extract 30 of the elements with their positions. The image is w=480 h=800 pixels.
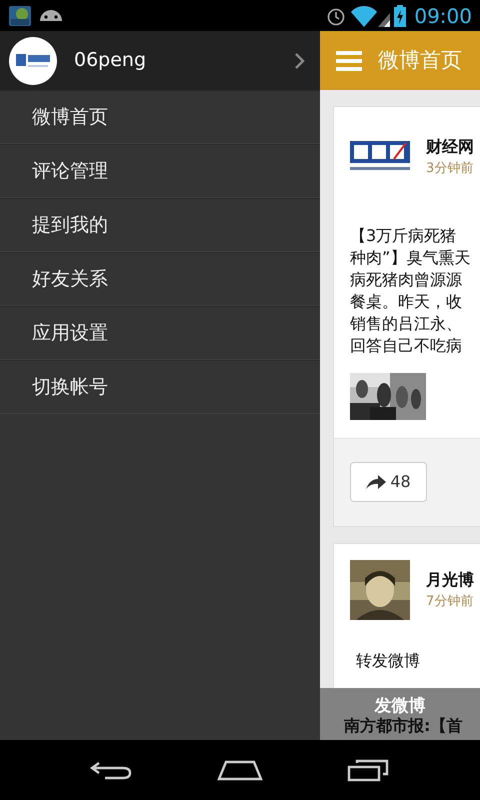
back-icon[interactable] xyxy=(89,759,134,781)
author-name[interactable]: 财经网 xyxy=(426,135,474,159)
drawer-menu-item[interactable]: 提到我的 xyxy=(0,198,320,252)
post-preview-text: 南方都市报:【首 xyxy=(344,716,462,736)
home-icon[interactable] xyxy=(216,759,264,781)
publisher-logo xyxy=(350,140,410,173)
clock-text: 09:00 xyxy=(414,6,472,26)
author-name[interactable]: 月光博 xyxy=(426,568,474,592)
post-text: 【3万斤病死猪 种肉”】臭气熏天 病死猪肉曾源源 餐桌。昨天，收 销售的吕江永、 回答自己不吃病 xyxy=(349,224,472,356)
post-time: 7分钟前 xyxy=(426,592,474,611)
android-icon xyxy=(40,10,62,21)
account-avatar xyxy=(8,36,58,86)
drawer-menu-item[interactable]: 评论管理 xyxy=(0,144,320,198)
drawer-menu-item[interactable]: 微博首页 xyxy=(0,90,320,144)
account-name[interactable]: 06peng xyxy=(74,46,146,75)
compose-bar[interactable]: 发微博 南方都市报:【首 xyxy=(320,688,480,740)
wifi-icon xyxy=(350,4,390,26)
repost-button[interactable]: 48 xyxy=(350,462,427,502)
post-time: 3分钟前 xyxy=(426,160,474,178)
chevron-icon[interactable] xyxy=(294,52,306,70)
drawer-menu-item[interactable]: 好友关系 xyxy=(0,252,320,306)
drawer-menu-item[interactable]: 应用设置 xyxy=(0,306,320,360)
page-title: 微博首页 xyxy=(378,46,462,74)
share-arrow-icon xyxy=(366,475,386,489)
battery-icon xyxy=(394,4,406,26)
recent-apps-icon[interactable] xyxy=(346,758,391,782)
post-text: 转发微博 xyxy=(355,650,421,672)
drawer-menu-item[interactable]: 切换帐号 xyxy=(0,360,320,414)
alarm-icon xyxy=(326,6,346,26)
app-icon xyxy=(8,4,32,28)
